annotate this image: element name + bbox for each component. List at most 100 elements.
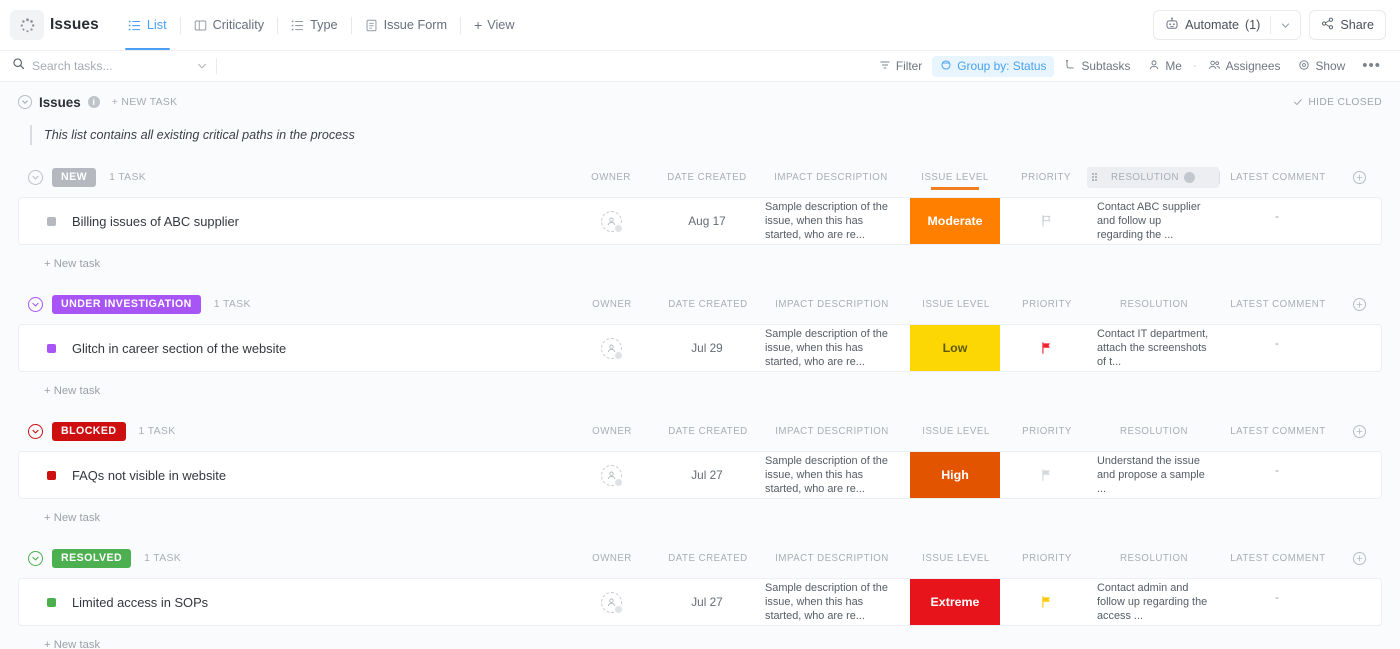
resolution-cell[interactable]: Contact ABC supplier and follow up regar…: [1087, 198, 1219, 244]
new-task-button[interactable]: + New task: [44, 639, 100, 649]
column-header-date-created[interactable]: DATE CREATED: [658, 426, 758, 437]
impact-description-cell[interactable]: Sample description of the issue, when th…: [757, 452, 905, 498]
column-header-date-created[interactable]: DATE CREATED: [658, 299, 758, 310]
column-header-priority[interactable]: PRIORITY: [1006, 299, 1088, 310]
column-header-issue-level[interactable]: ISSUE LEVEL: [905, 172, 1005, 183]
column-header-impact-description[interactable]: IMPACT DESCRIPTION: [757, 172, 905, 183]
avatar-add-badge[interactable]: [614, 605, 623, 614]
column-header-owner[interactable]: OWNER: [565, 172, 657, 183]
priority-cell[interactable]: [1005, 198, 1087, 244]
priority-cell[interactable]: [1005, 452, 1087, 498]
status-chip[interactable]: NEW: [52, 168, 96, 187]
column-header-latest-comment[interactable]: LATEST COMMENT: [1220, 553, 1336, 564]
column-drag-handle[interactable]: [1092, 173, 1097, 181]
group-collapse-toggle[interactable]: [28, 170, 43, 185]
subtasks-button[interactable]: Subtasks: [1056, 56, 1138, 77]
avatar-add-badge[interactable]: [614, 351, 623, 360]
filter-button[interactable]: Filter: [871, 56, 930, 77]
task-name-cell[interactable]: Limited access in SOPs: [19, 595, 565, 610]
column-header-resolution[interactable]: RESOLUTION: [1088, 299, 1220, 310]
date-created-cell[interactable]: Jul 27: [657, 452, 757, 498]
column-header-owner[interactable]: OWNER: [566, 553, 658, 564]
column-header-priority[interactable]: PRIORITY: [1006, 553, 1088, 564]
more-options-button[interactable]: •••: [1355, 61, 1388, 71]
owner-cell[interactable]: [565, 452, 657, 498]
column-header-impact-description[interactable]: IMPACT DESCRIPTION: [758, 299, 906, 310]
automate-button[interactable]: Automate (1): [1154, 17, 1270, 34]
impact-description-cell[interactable]: Sample description of the issue, when th…: [757, 579, 905, 625]
avatar-add-badge[interactable]: [614, 224, 623, 233]
column-header-latest-comment[interactable]: LATEST COMMENT: [1220, 426, 1336, 437]
group-collapse-toggle[interactable]: [28, 297, 43, 312]
group-collapse-toggle[interactable]: [28, 551, 43, 566]
column-header-issue-level[interactable]: ISSUE LEVEL: [906, 299, 1006, 310]
table-row[interactable]: FAQs not visible in websiteJul 27Sample …: [18, 451, 1382, 499]
column-header-issue-level[interactable]: ISSUE LEVEL: [906, 553, 1006, 564]
status-chip[interactable]: UNDER INVESTIGATION: [52, 295, 201, 314]
column-header-resolution[interactable]: RESOLUTION: [1088, 426, 1220, 437]
add-view-button[interactable]: + View: [461, 0, 527, 50]
task-status-dot[interactable]: [47, 344, 56, 353]
column-header-latest-comment[interactable]: LATEST COMMENT: [1220, 172, 1336, 183]
priority-cell[interactable]: [1005, 579, 1087, 625]
owner-cell[interactable]: [565, 198, 657, 244]
date-created-cell[interactable]: Jul 27: [657, 579, 757, 625]
list-collapse-toggle[interactable]: [18, 95, 32, 109]
column-header-priority[interactable]: PRIORITY: [1006, 426, 1088, 437]
issue-level-cell[interactable]: High: [905, 452, 1005, 498]
task-status-dot[interactable]: [47, 471, 56, 480]
column-header-impact-description[interactable]: IMPACT DESCRIPTION: [758, 426, 906, 437]
group-collapse-toggle[interactable]: [28, 424, 43, 439]
add-column-icon[interactable]: [1353, 298, 1366, 311]
column-header-owner[interactable]: OWNER: [566, 299, 658, 310]
new-task-button[interactable]: + New task: [44, 258, 100, 270]
workspace-logo[interactable]: [10, 10, 44, 40]
owner-cell[interactable]: [565, 325, 657, 371]
share-button[interactable]: Share: [1309, 10, 1386, 40]
latest-comment-cell[interactable]: -: [1219, 579, 1335, 625]
me-filter-button[interactable]: Me: [1140, 56, 1190, 77]
search-filter-dropdown[interactable]: [196, 60, 208, 72]
column-header-priority[interactable]: PRIORITY: [1005, 172, 1087, 183]
tab-type[interactable]: Type: [278, 0, 351, 50]
avatar-add-badge[interactable]: [614, 478, 623, 487]
owner-cell[interactable]: [565, 579, 657, 625]
resolution-cell[interactable]: Contact IT department, attach the screen…: [1087, 325, 1219, 371]
task-name-cell[interactable]: Billing issues of ABC supplier: [19, 214, 565, 229]
issue-level-cell[interactable]: Moderate: [905, 198, 1005, 244]
new-task-header-button[interactable]: + NEW TASK: [112, 97, 178, 108]
add-column-icon[interactable]: [1353, 552, 1366, 565]
avatar[interactable]: [601, 465, 622, 486]
table-row[interactable]: Billing issues of ABC supplierAug 17Samp…: [18, 197, 1382, 245]
assignees-button[interactable]: Assignees: [1200, 56, 1289, 77]
latest-comment-cell[interactable]: -: [1219, 198, 1335, 244]
avatar[interactable]: [601, 211, 622, 232]
table-row[interactable]: Glitch in career section of the websiteJ…: [18, 324, 1382, 372]
group-by-button[interactable]: Group by: Status: [932, 56, 1054, 77]
task-name-cell[interactable]: Glitch in career section of the website: [19, 341, 565, 356]
avatar[interactable]: [601, 338, 622, 359]
issue-level-cell[interactable]: Extreme: [905, 579, 1005, 625]
latest-comment-cell[interactable]: -: [1219, 452, 1335, 498]
add-column-icon[interactable]: [1353, 171, 1366, 184]
new-task-button[interactable]: + New task: [44, 385, 100, 397]
show-button[interactable]: Show: [1290, 56, 1353, 77]
impact-description-cell[interactable]: Sample description of the issue, when th…: [757, 198, 905, 244]
status-chip[interactable]: RESOLVED: [52, 549, 131, 568]
task-status-dot[interactable]: [47, 598, 56, 607]
column-header-date-created[interactable]: DATE CREATED: [658, 553, 758, 564]
tab-issue-form[interactable]: Issue Form: [352, 0, 460, 50]
latest-comment-cell[interactable]: -: [1219, 325, 1335, 371]
table-row[interactable]: Limited access in SOPs Jul 27Sample descr…: [18, 578, 1382, 626]
resolution-cell[interactable]: Understand the issue and propose a sampl…: [1087, 452, 1219, 498]
search-input[interactable]: [32, 59, 172, 73]
automate-dropdown-button[interactable]: [1271, 20, 1300, 31]
task-status-dot[interactable]: [47, 217, 56, 226]
resolution-cell[interactable]: Contact admin and follow up regarding th…: [1087, 579, 1219, 625]
column-header-resolution[interactable]: RESOLUTION: [1087, 167, 1219, 188]
hide-closed-toggle[interactable]: HIDE CLOSED: [1293, 97, 1382, 108]
priority-cell[interactable]: [1005, 325, 1087, 371]
column-header-impact-description[interactable]: IMPACT DESCRIPTION: [758, 553, 906, 564]
column-header-issue-level[interactable]: ISSUE LEVEL: [906, 426, 1006, 437]
column-header-resolution[interactable]: RESOLUTION: [1088, 553, 1220, 564]
